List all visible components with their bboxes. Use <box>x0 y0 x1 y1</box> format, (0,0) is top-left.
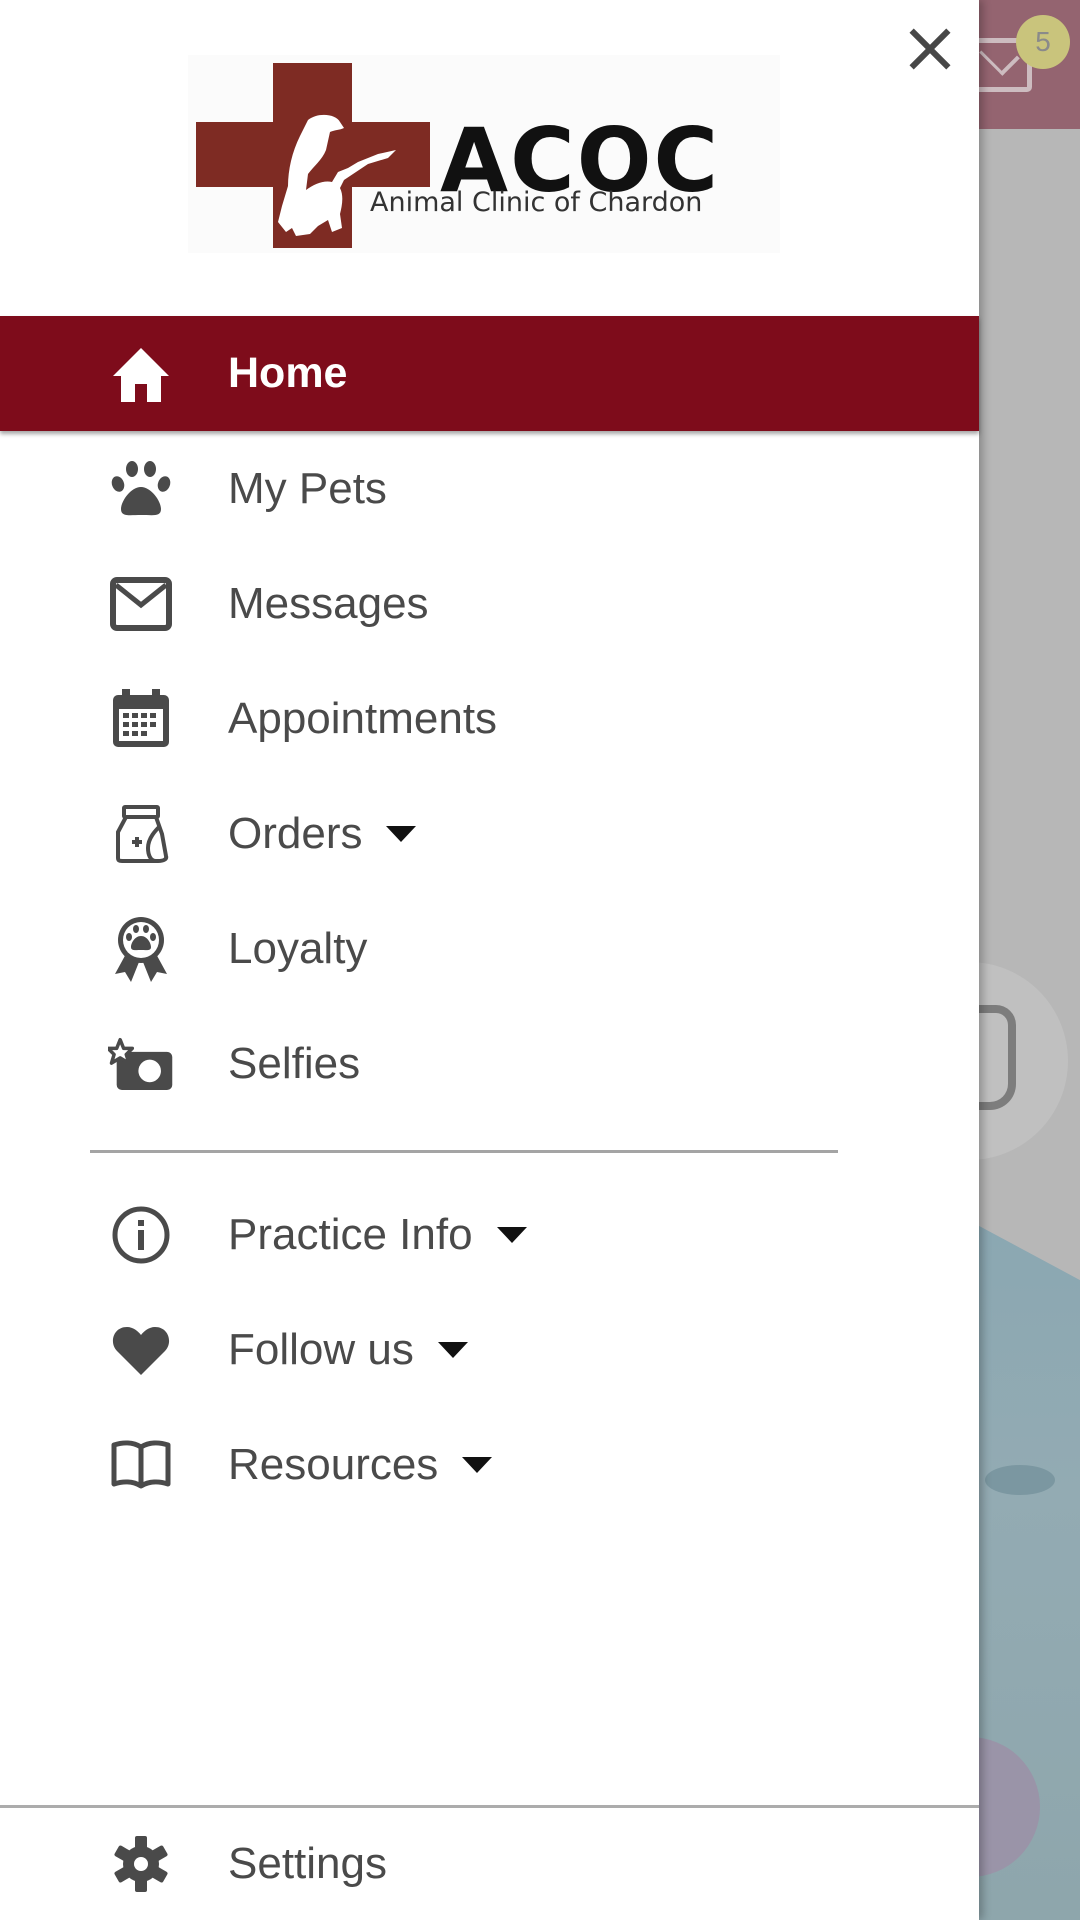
food-bag-icon <box>108 801 174 867</box>
menu-item-text: Follow us <box>228 1324 414 1374</box>
gear-icon <box>108 1831 174 1897</box>
app-screen: 5 ACOC Animal Clinic of Chardon Home My … <box>0 0 1080 1920</box>
info-icon <box>108 1202 174 1268</box>
book-icon <box>108 1432 174 1498</box>
menu-item-label: Messages <box>228 578 429 628</box>
unread-badge: 5 <box>1016 15 1070 69</box>
camera-star-icon <box>108 1031 174 1097</box>
menu-item-label: Practice Info <box>228 1210 527 1260</box>
menu-item-label: Home <box>228 349 348 397</box>
award-ribbon-icon <box>108 916 174 982</box>
settings-button[interactable]: Settings <box>0 1808 979 1920</box>
logo-subtitle: Animal Clinic of Chardon <box>370 187 703 218</box>
menu-item-loyalty[interactable]: Loyalty <box>0 891 979 1006</box>
menu-item-label: Follow us <box>228 1325 468 1375</box>
menu-item-label: Orders <box>228 808 417 859</box>
caret-down-icon[interactable] <box>496 1226 527 1243</box>
home-icon <box>108 341 174 407</box>
menu-item-label: Appointments <box>228 693 498 743</box>
menu-item-appointments[interactable]: Appointments <box>0 661 979 776</box>
background-image-detail <box>985 1465 1055 1495</box>
menu-item-resources[interactable]: Resources <box>0 1407 979 1522</box>
secondary-menu: Practice Info Follow us Resources <box>0 1177 979 1522</box>
menu-divider <box>90 1150 838 1153</box>
menu-item-follow-us[interactable]: Follow us <box>0 1292 979 1407</box>
close-icon[interactable] <box>900 20 960 80</box>
menu-item-text: Orders <box>228 808 363 858</box>
settings-label: Settings <box>228 1839 387 1888</box>
menu-item-label: My Pets <box>228 463 387 513</box>
menu-item-selfies[interactable]: Selfies <box>0 1006 979 1121</box>
logo-pets-silhouette-icon <box>278 114 396 236</box>
menu-item-label: Resources <box>228 1439 493 1490</box>
menu-item-text: Practice Info <box>228 1209 473 1259</box>
menu-item-orders[interactable]: Orders <box>0 776 979 891</box>
navigation-drawer: ACOC Animal Clinic of Chardon Home My Pe… <box>0 0 979 1920</box>
menu-item-my-pets[interactable]: My Pets <box>0 431 979 546</box>
menu-item-practice-info[interactable]: Practice Info <box>0 1177 979 1292</box>
menu-item-label: Selfies <box>228 1038 361 1088</box>
menu-item-text: Resources <box>228 1439 439 1489</box>
clinic-logo: ACOC Animal Clinic of Chardon <box>188 55 780 253</box>
primary-menu: Home My Pets Messages Appointments Order… <box>0 316 979 1121</box>
paw-icon <box>108 456 174 522</box>
calendar-icon <box>108 686 174 752</box>
menu-item-label: Loyalty <box>228 923 368 973</box>
caret-down-icon[interactable] <box>462 1456 493 1473</box>
caret-down-icon[interactable] <box>437 1341 468 1358</box>
caret-down-icon[interactable] <box>386 825 417 842</box>
heart-icon <box>108 1317 174 1383</box>
menu-item-messages[interactable]: Messages <box>0 546 979 661</box>
envelope-icon <box>108 571 174 637</box>
menu-item-home[interactable]: Home <box>0 316 979 431</box>
